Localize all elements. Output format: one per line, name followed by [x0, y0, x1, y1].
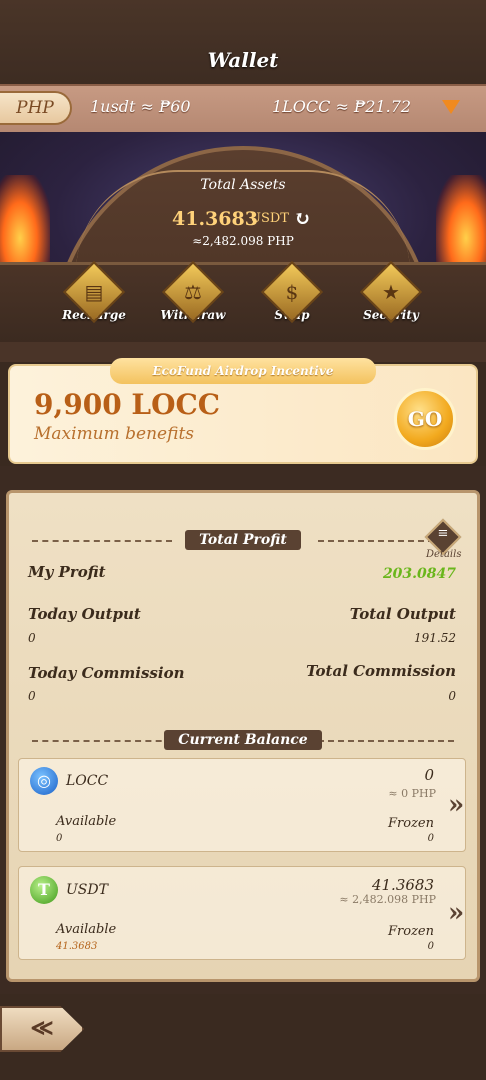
recharge-button[interactable]: ▤ Recharge: [50, 260, 138, 334]
chevron-right-icon[interactable]: »: [448, 790, 464, 820]
available-value: 41.3683: [56, 941, 98, 952]
exchange-rate-bar: [0, 84, 486, 134]
today-commission-label: Today Commission: [28, 664, 185, 682]
locc-coin-icon: ◎: [30, 767, 58, 795]
details-label[interactable]: Details: [426, 549, 461, 560]
promo-amount: 9,900 LOCC: [34, 388, 221, 421]
coin-name: LOCC: [66, 773, 109, 789]
today-output-label: Today Output: [28, 605, 141, 623]
triangle-down-icon[interactable]: [442, 100, 460, 114]
security-button[interactable]: ★ Security: [347, 260, 435, 334]
go-button[interactable]: GO: [394, 388, 456, 450]
withdraw-button[interactable]: ⚖ Withdraw: [149, 260, 237, 334]
chevron-right-icon[interactable]: »: [448, 898, 464, 928]
refresh-icon[interactable]: ↻: [294, 206, 311, 230]
current-balance-title: Current Balance: [0, 729, 486, 750]
coin-name: USDT: [66, 882, 108, 898]
frozen-value: 0: [427, 833, 434, 844]
today-output-value: 0: [28, 631, 36, 645]
coin-php-value: ≈ 2,482.098 PHP: [339, 893, 436, 906]
frozen-value: 0: [427, 941, 434, 952]
my-profit-label: My Profit: [28, 563, 106, 581]
total-assets-label: Total Assets: [200, 177, 286, 193]
page-title: Wallet: [207, 48, 279, 72]
coin-php-value: ≈ 0 PHP: [388, 787, 436, 800]
my-profit-value: 203.0847: [382, 566, 456, 582]
available-label: Available: [56, 922, 117, 937]
coin-amount: 41.3683: [371, 876, 434, 894]
swap-button[interactable]: $ Swap: [248, 260, 336, 334]
usdt-coin-icon: T: [30, 876, 58, 904]
total-output-label: Total Output: [349, 605, 456, 623]
promo-ribbon: EcoFund Airdrop Incentive: [110, 358, 376, 384]
total-commission-label: Total Commission: [306, 662, 456, 680]
frozen-label: Frozen: [388, 924, 434, 939]
currency-selector[interactable]: PHP: [0, 91, 72, 125]
locc-rate: 1LOCC ≈ ₱21.72: [272, 97, 412, 116]
list-icon: ≡: [437, 526, 449, 541]
header-bar: [0, 0, 486, 86]
total-output-value: 191.52: [414, 631, 456, 645]
available-label: Available: [56, 814, 117, 829]
total-commission-value: 0: [448, 689, 456, 703]
total-profit-title: Total Profit: [0, 529, 486, 550]
total-assets-unit: USDT: [250, 211, 289, 226]
total-assets-value: 41.3683: [172, 208, 258, 230]
available-value: 0: [56, 833, 63, 844]
promo-subtitle: Maximum benefits: [34, 424, 195, 444]
total-assets-php: ≈2,482.098 PHP: [192, 234, 294, 248]
usdt-rate: 1usdt ≈ ₱60: [90, 97, 191, 116]
today-commission-value: 0: [28, 689, 36, 703]
coin-amount: 0: [424, 766, 434, 784]
frozen-label: Frozen: [388, 816, 434, 831]
